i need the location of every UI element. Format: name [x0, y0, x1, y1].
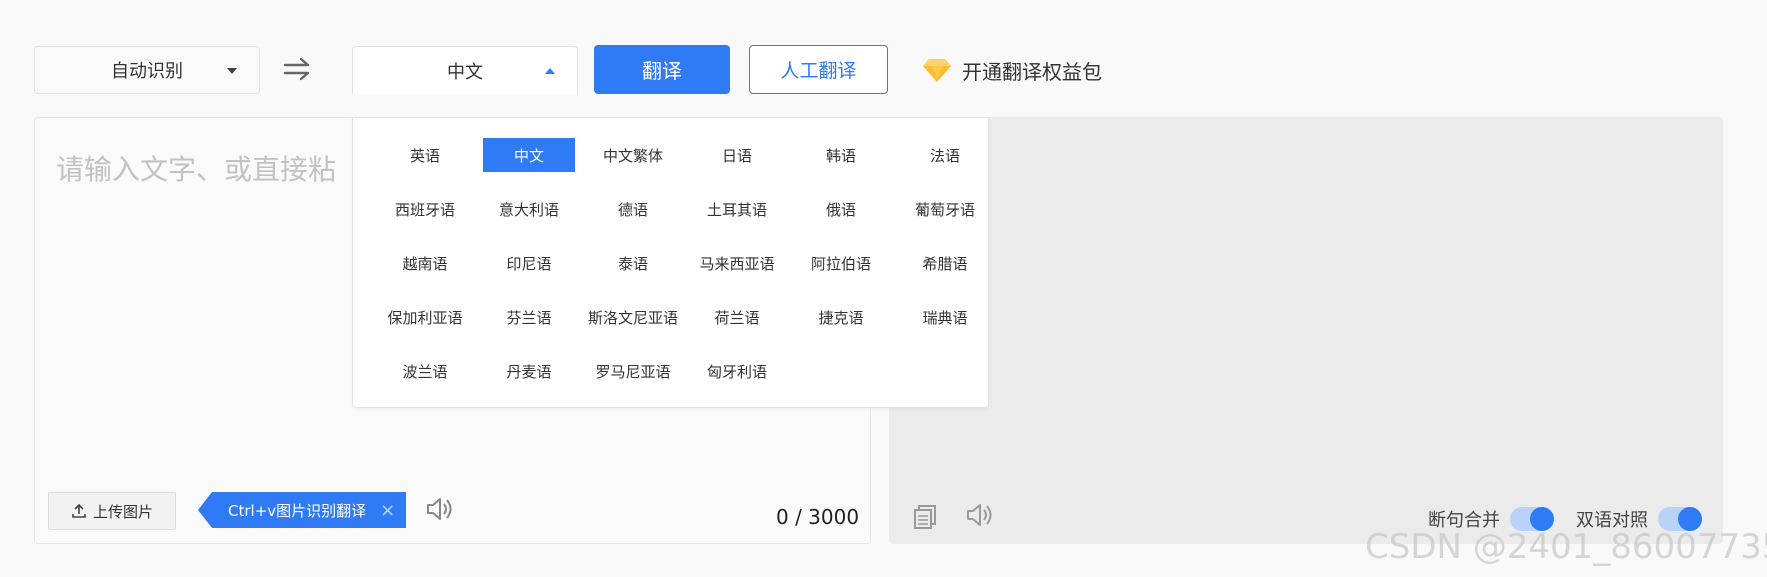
language-option[interactable]: 斯洛文尼亚语	[587, 300, 679, 334]
language-grid: 英语 中文 中文繁体 日语 韩语 法语西班牙语 意大利语 德语 土耳其语 俄语 葡萄牙语越南语 印尼语…	[373, 138, 997, 408]
language-option[interactable]: 马来西亚语	[691, 246, 783, 280]
language-option[interactable]: 匈牙利语	[691, 354, 783, 388]
language-option[interactable]: 葡萄牙语	[899, 192, 991, 226]
language-option[interactable]: 荷兰语	[691, 300, 783, 334]
language-option[interactable]: 西班牙语	[379, 192, 471, 226]
upload-icon	[72, 503, 86, 518]
source-language-label: 自动识别	[111, 61, 183, 82]
translate-button-label: 翻译	[642, 59, 682, 83]
chevron-down-icon	[227, 68, 237, 74]
output-panel	[889, 117, 1723, 544]
target-language-label: 中文	[447, 61, 483, 83]
benefit-package-link[interactable]: 开通翻译权益包	[922, 52, 1102, 88]
character-count: 0 / 3000	[776, 505, 860, 529]
language-option[interactable]: 芬兰语	[483, 300, 575, 334]
language-option[interactable]: 越南语	[379, 246, 471, 280]
swap-arrows-icon[interactable]	[282, 54, 312, 84]
language-option[interactable]: 意大利语	[483, 192, 575, 226]
language-option[interactable]: 波兰语	[379, 354, 471, 388]
speaker-icon[interactable]	[964, 500, 994, 530]
language-option[interactable]: 印尼语	[483, 246, 575, 280]
benefit-package-label: 开通翻译权益包	[962, 59, 1102, 84]
translate-button[interactable]: 翻译	[594, 45, 730, 94]
language-option[interactable]: 中文	[483, 138, 575, 172]
language-option[interactable]: 阿拉伯语	[795, 246, 887, 280]
target-language-select[interactable]: 中文	[352, 46, 578, 94]
watermark: CSDN @2401_86007735	[1365, 527, 1767, 567]
paste-image-hint-label: Ctrl+v图片识别翻译	[228, 501, 367, 520]
language-option[interactable]: 保加利亚语	[379, 300, 471, 334]
language-option[interactable]: 希腊语	[899, 246, 991, 280]
diamond-icon	[923, 59, 951, 82]
chevron-up-icon	[545, 68, 555, 74]
language-option[interactable]: 日语	[691, 138, 783, 172]
language-option[interactable]: 泰语	[587, 246, 679, 280]
language-option[interactable]: 德语	[587, 192, 679, 226]
source-language-select[interactable]: 自动识别	[34, 46, 260, 94]
language-option[interactable]: 丹麦语	[483, 354, 575, 388]
upload-image-button[interactable]: 上传图片	[48, 492, 176, 530]
paste-image-hint-tag: Ctrl+v图片识别翻译 ×	[198, 492, 406, 528]
language-option[interactable]: 瑞典语	[899, 300, 991, 334]
language-option[interactable]: 韩语	[795, 138, 887, 172]
language-option[interactable]: 土耳其语	[691, 192, 783, 226]
language-option[interactable]: 英语	[379, 138, 471, 172]
source-text-input-placeholder[interactable]: 请输入文字、或直接粘	[56, 148, 336, 188]
close-icon[interactable]: ×	[380, 500, 395, 521]
language-option[interactable]: 捷克语	[795, 300, 887, 334]
upload-image-label: 上传图片	[92, 502, 153, 521]
human-translate-button-label: 人工翻译	[780, 60, 857, 82]
language-dropdown: 英语 中文 中文繁体 日语 韩语 法语西班牙语 意大利语 德语 土耳其语 俄语 葡萄牙语越南语 印尼语…	[352, 117, 989, 408]
language-option[interactable]: 中文繁体	[587, 138, 679, 172]
language-option[interactable]: 罗马尼亚语	[587, 354, 679, 388]
language-option[interactable]: 俄语	[795, 192, 887, 226]
language-option[interactable]: 法语	[899, 138, 991, 172]
copy-icon[interactable]	[910, 502, 940, 532]
human-translate-button[interactable]: 人工翻译	[749, 45, 888, 94]
speaker-icon[interactable]	[424, 494, 454, 524]
